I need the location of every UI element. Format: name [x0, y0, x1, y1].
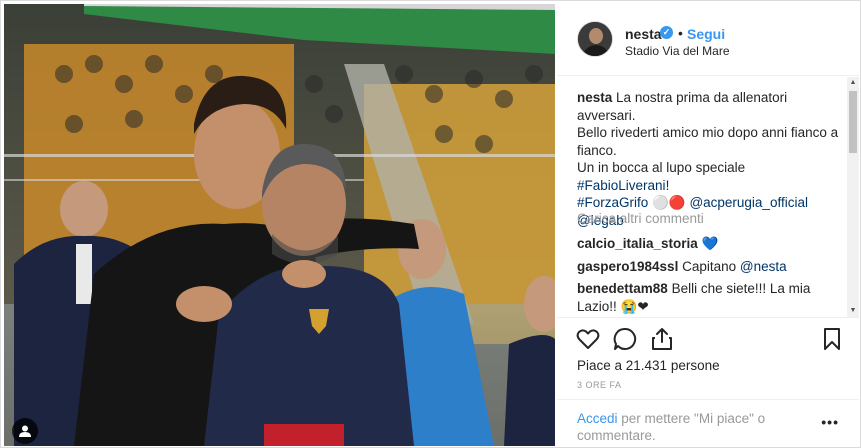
- post-header: nesta ✓ • Segui Stadio Via del Mare: [557, 4, 859, 76]
- caption-line3a: Un in bocca al lupo speciale: [577, 160, 746, 175]
- share-icon[interactable]: [649, 326, 675, 352]
- load-more-comments-button[interactable]: Carica altri commenti: [577, 211, 704, 226]
- comments-section: nesta La nostra prima da allenatori avve…: [557, 77, 859, 317]
- avatar[interactable]: [577, 21, 613, 57]
- comment-icon[interactable]: [612, 326, 638, 352]
- comment-emoji: 💙: [701, 236, 719, 251]
- post-photo[interactable]: [4, 4, 555, 446]
- caption-emoji: ⚪🔴: [652, 195, 686, 210]
- caption-line2: Bello rivederti amico mio dopo anni fian…: [577, 125, 839, 158]
- comment-username[interactable]: gaspero1984ssl: [577, 259, 678, 274]
- hashtag-fabioliverani[interactable]: #FabioLiverani: [577, 178, 666, 193]
- post-sidebar: nesta ✓ • Segui Stadio Via del Mare nest…: [557, 4, 859, 446]
- more-options-icon[interactable]: •••: [821, 414, 839, 430]
- hashtag-forzagrifo[interactable]: #ForzaGrifo: [577, 195, 648, 210]
- login-prompt: Accedi per mettere "Mi piace" o commenta…: [577, 410, 797, 444]
- comment-item: calcio_italia_storia 💙: [577, 235, 839, 253]
- comment-mention[interactable]: @nesta: [740, 259, 787, 274]
- header-username[interactable]: nesta: [625, 26, 662, 42]
- photo-image: [4, 4, 555, 446]
- follow-button[interactable]: Segui: [687, 26, 725, 42]
- comments-scrollbar[interactable]: ▲ ▼: [847, 77, 859, 317]
- post-modal: nesta ✓ • Segui Stadio Via del Mare nest…: [0, 0, 861, 448]
- likes-count[interactable]: Piace a 21.431 persone: [577, 358, 720, 373]
- comment-item: benedettam88 Belli che siete!!! La mia L…: [577, 280, 839, 316]
- comment-username[interactable]: calcio_italia_storia: [577, 236, 698, 251]
- caption-line3b: !: [665, 177, 670, 193]
- mention-acperugia[interactable]: @acperugia_official: [689, 195, 808, 210]
- comment-item: gaspero1984ssl Capitano @nesta: [577, 258, 839, 276]
- comment-text: Capitano: [682, 259, 740, 274]
- scroll-down-arrow-icon[interactable]: ▼: [847, 305, 859, 317]
- tagged-users-button[interactable]: [12, 418, 38, 444]
- verified-badge-icon: ✓: [660, 26, 673, 39]
- comment-username[interactable]: benedettam88: [577, 281, 668, 296]
- post-actions: Piace a 21.431 persone 3 ORE FA Accedi p…: [557, 317, 859, 446]
- heart-icon[interactable]: [575, 326, 601, 352]
- bookmark-icon[interactable]: [819, 326, 845, 352]
- user-icon: [19, 425, 31, 437]
- login-link[interactable]: Accedi: [577, 411, 618, 426]
- add-comment-section: Accedi per mettere "Mi piace" o commenta…: [557, 399, 859, 447]
- location-link[interactable]: Stadio Via del Mare: [625, 44, 730, 58]
- scroll-thumb[interactable]: [849, 91, 857, 153]
- caption-username[interactable]: nesta: [577, 90, 612, 105]
- header-separator: •: [678, 25, 683, 41]
- scroll-up-arrow-icon[interactable]: ▲: [847, 77, 859, 89]
- post-caption: nesta La nostra prima da allenatori avve…: [577, 89, 839, 229]
- post-timestamp: 3 ORE FA: [577, 380, 622, 390]
